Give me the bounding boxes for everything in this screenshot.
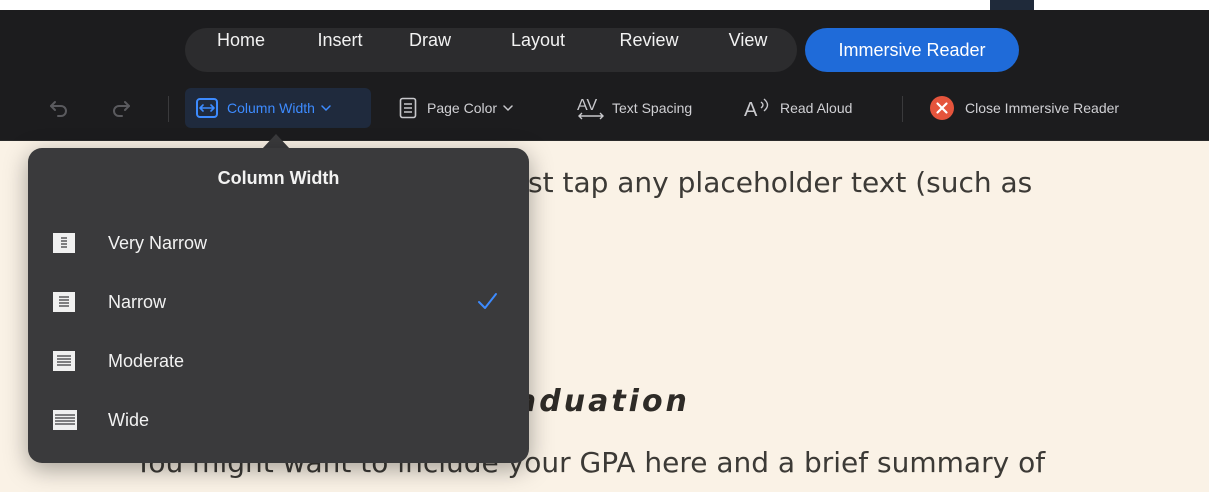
redo-icon xyxy=(113,101,130,117)
tab-draw[interactable]: Draw xyxy=(397,23,463,57)
page-color-icon xyxy=(399,97,417,119)
toolbar-divider xyxy=(168,96,169,122)
read-aloud-button[interactable]: A Read Aloud xyxy=(744,76,852,140)
toolbar-divider xyxy=(902,96,903,122)
option-label: Narrow xyxy=(108,291,167,312)
document-text-line: st tap any placeholder text (such as xyxy=(528,166,1033,199)
option-label: Wide xyxy=(108,409,150,430)
word-app-window: Home Insert Draw Layout Review View Imme… xyxy=(0,0,1209,492)
read-aloud-icon: A xyxy=(744,98,769,120)
chevron-down-icon xyxy=(503,105,513,112)
tab-insert[interactable]: Insert xyxy=(302,23,378,57)
option-label: Moderate xyxy=(108,350,185,371)
chevron-down-icon xyxy=(321,105,331,112)
close-immersive-reader-label: Close Immersive Reader xyxy=(965,100,1120,116)
page-color-button[interactable]: Page Color xyxy=(399,76,514,140)
tab-home[interactable]: Home xyxy=(198,23,284,57)
option-wide[interactable]: Wide xyxy=(28,391,529,449)
column-width-icon xyxy=(196,98,218,118)
undo-button[interactable] xyxy=(48,76,70,140)
redo-button[interactable] xyxy=(110,76,132,140)
text-spacing-icon: AV xyxy=(577,97,604,120)
moderate-column-icon xyxy=(53,351,75,371)
tab-review[interactable]: Review xyxy=(604,23,694,57)
option-narrow[interactable]: Narrow xyxy=(28,273,529,331)
checkmark-icon xyxy=(478,293,497,309)
option-label: Very Narrow xyxy=(108,232,208,253)
undo-icon xyxy=(50,101,67,117)
tab-view[interactable]: View xyxy=(715,23,781,57)
column-width-button[interactable]: Column Width xyxy=(185,88,371,128)
tab-immersive-reader[interactable]: Immersive Reader xyxy=(805,28,1019,72)
read-aloud-label: Read Aloud xyxy=(780,100,853,116)
close-icon xyxy=(930,96,954,120)
option-very-narrow[interactable]: Very Narrow xyxy=(28,214,529,272)
column-width-label: Column Width xyxy=(227,100,315,116)
column-width-popover: Column Width Very Narrow Narrow Moderate… xyxy=(28,148,529,463)
close-immersive-reader-button[interactable]: Close Immersive Reader xyxy=(929,76,1119,140)
wide-column-icon xyxy=(53,410,77,430)
option-moderate[interactable]: Moderate xyxy=(28,332,529,390)
svg-text:A: A xyxy=(744,99,758,120)
text-spacing-label: Text Spacing xyxy=(612,100,693,116)
popover-arrow xyxy=(262,134,290,149)
text-spacing-button[interactable]: AV Text Spacing xyxy=(576,76,692,140)
popover-title: Column Width xyxy=(217,168,340,188)
very-narrow-column-icon xyxy=(53,233,75,253)
tab-layout[interactable]: Layout xyxy=(496,23,580,57)
page-color-label: Page Color xyxy=(427,100,498,116)
document-heading: aduation xyxy=(516,384,690,419)
narrow-column-icon xyxy=(53,292,75,312)
svg-text:AV: AV xyxy=(577,97,597,114)
